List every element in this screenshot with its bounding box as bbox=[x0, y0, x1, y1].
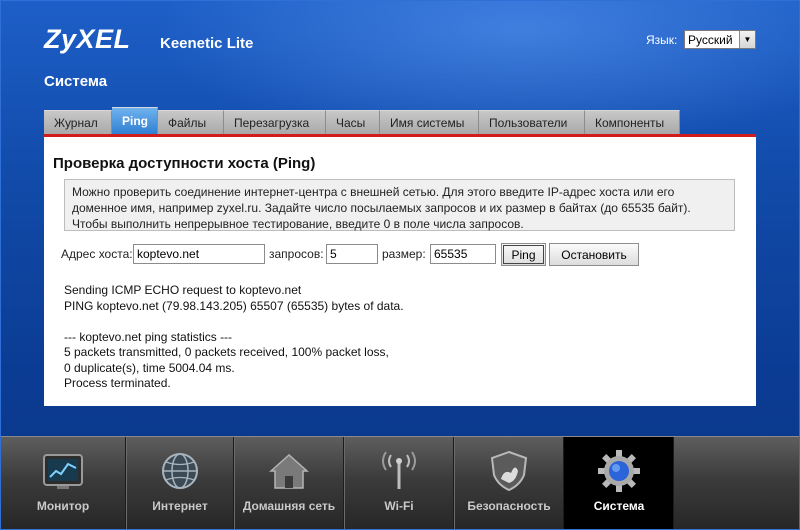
output-line: PING koptevo.net (79.98.143.205) 65507 (… bbox=[64, 298, 404, 313]
dock-label: Система bbox=[593, 499, 645, 513]
gear-icon bbox=[598, 450, 640, 492]
host-label: Адрес хоста: bbox=[61, 247, 133, 261]
dock-item-security[interactable]: Безопасность bbox=[454, 437, 564, 529]
output-line: --- koptevo.net ping statistics --- bbox=[64, 329, 233, 344]
tab-bar: Журнал Ping Файлы Перезагрузка Часы Имя … bbox=[44, 107, 680, 134]
dock-label: Домашняя сеть bbox=[242, 499, 336, 513]
tab-components[interactable]: Компоненты bbox=[585, 110, 680, 134]
dock-label: Wi-Fi bbox=[384, 499, 414, 513]
ping-form: Адрес хоста: koptevo.net запросов: 5 раз… bbox=[44, 243, 756, 266]
tab-system-name[interactable]: Имя системы bbox=[380, 110, 479, 134]
language-label: Язык: bbox=[646, 33, 678, 47]
dock-label: Монитор bbox=[36, 499, 90, 513]
output-line: Sending ICMP ECHO request to koptevo.net bbox=[64, 283, 302, 297]
home-icon bbox=[269, 453, 309, 489]
host-input[interactable]: koptevo.net bbox=[133, 244, 265, 264]
dock-item-monitor[interactable]: Монитор bbox=[0, 437, 126, 529]
info-line: доменное имя, например zyxel.ru. Задайте… bbox=[72, 201, 691, 215]
zyxel-logo: ZyXEL bbox=[44, 24, 131, 54]
app-window: ZyXEL Keenetic Lite Язык: Русский ▼ Сист… bbox=[0, 0, 800, 530]
tab-journal[interactable]: Журнал bbox=[44, 110, 112, 134]
shield-icon bbox=[490, 450, 528, 492]
output-line: 5 packets transmitted, 0 packets receive… bbox=[64, 345, 389, 359]
tab-clock[interactable]: Часы bbox=[326, 110, 380, 134]
tab-users[interactable]: Пользователи bbox=[479, 110, 585, 134]
dock-item-system[interactable]: Система bbox=[564, 437, 674, 529]
panel-title: Проверка доступности хоста (Ping) bbox=[53, 155, 316, 172]
info-line: Можно проверить соединение интернет-цент… bbox=[72, 185, 675, 199]
dropdown-arrow-icon[interactable]: ▼ bbox=[739, 31, 755, 48]
count-label: запросов: bbox=[269, 247, 324, 261]
ping-panel: Проверка доступности хоста (Ping) Можно … bbox=[44, 134, 756, 406]
language-value: Русский bbox=[688, 32, 733, 47]
model-name: Keenetic Lite bbox=[160, 35, 254, 52]
dock-item-internet[interactable]: Интернет bbox=[126, 437, 234, 529]
bottom-dock: Монитор Интернет Домашняя сеть Wi-Fi Без… bbox=[0, 436, 800, 530]
tab-ping[interactable]: Ping bbox=[112, 107, 158, 134]
dock-item-home-network[interactable]: Домашняя сеть bbox=[234, 437, 344, 529]
dock-item-wifi[interactable]: Wi-Fi bbox=[344, 437, 454, 529]
dock-label: Безопасность bbox=[467, 499, 551, 513]
section-title: Система bbox=[44, 73, 108, 90]
monitor-icon bbox=[43, 454, 83, 489]
output-line: Process terminated. bbox=[64, 376, 171, 390]
dock-label: Интернет bbox=[152, 499, 208, 513]
globe-icon bbox=[162, 453, 198, 489]
info-box: Можно проверить соединение интернет-цент… bbox=[64, 179, 735, 231]
language-select[interactable]: Русский ▼ bbox=[684, 30, 756, 49]
tab-reboot[interactable]: Перезагрузка bbox=[224, 110, 326, 134]
size-label: размер: bbox=[382, 247, 426, 261]
info-line: Чтобы выполнить непрерывное тестирование… bbox=[72, 217, 524, 231]
output-line: 0 duplicate(s), time 5004.04 ms. bbox=[64, 360, 235, 375]
ping-output: Sending ICMP ECHO request to koptevo.net… bbox=[64, 283, 404, 392]
count-input[interactable]: 5 bbox=[326, 244, 378, 264]
stop-button[interactable]: Остановить bbox=[549, 243, 639, 266]
wifi-antenna-icon bbox=[382, 451, 416, 489]
ping-button[interactable]: Ping bbox=[501, 243, 546, 266]
tab-files[interactable]: Файлы bbox=[158, 110, 224, 134]
size-input[interactable]: 65535 bbox=[430, 244, 496, 264]
